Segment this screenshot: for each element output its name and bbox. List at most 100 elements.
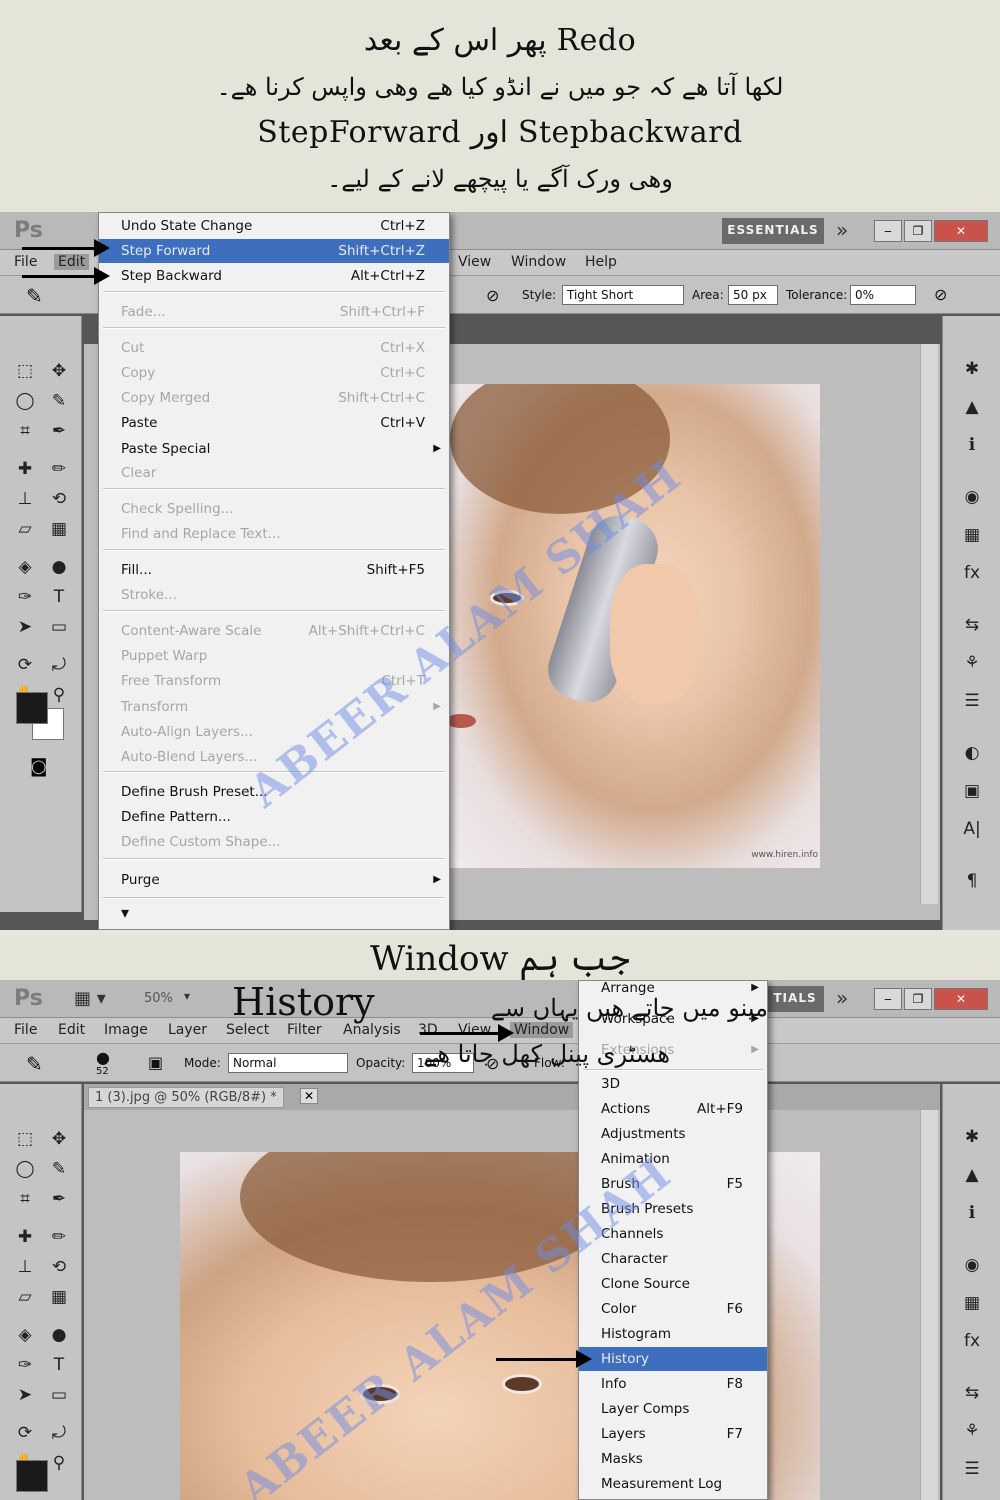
menu-item-history[interactable]: History [579,1347,767,1371]
workspace-more-icon[interactable]: » [836,218,848,242]
document-close-icon[interactable]: ✕ [300,1088,319,1104]
3d-orbit-icon[interactable]: ⤾ [46,652,72,678]
foreground-color-swatch[interactable] [16,692,48,724]
menu-layer[interactable]: Layer [168,1022,207,1038]
menu-item-brush-presets[interactable]: Brush Presets [579,1197,767,1221]
brush-icon[interactable]: ✏ [46,1224,72,1250]
zoom-icon[interactable]: ⚲ [46,1450,72,1476]
pen-icon[interactable]: ✑ [12,584,38,610]
menu-item-content-aware-scale[interactable]: Content-Aware Scale Alt+Shift+Ctrl+C [99,619,449,643]
menu-item-auto-blend-layers[interactable]: Auto-Blend Layers... [99,745,449,769]
lasso-icon[interactable]: ◯ [12,388,38,414]
restore-button[interactable]: ❐ [904,220,932,242]
layers-icon[interactable]: ☰ [959,688,985,714]
gradient-icon[interactable]: ▦ [46,1284,72,1310]
channels-icon[interactable]: ◐ [959,740,985,766]
menu-item-copy-merged[interactable]: Copy Merged Shift+Ctrl+C [99,386,449,410]
tolerance-input[interactable]: 0% [850,285,916,305]
menu-item-adjustments[interactable]: Adjustments [579,1122,767,1146]
menu-item-actions[interactable]: Actions Alt+F9 [579,1097,767,1121]
menu-item-transform[interactable]: Transform ▶ [99,695,449,719]
blur-icon[interactable]: ◈ [12,554,38,580]
menu-edit[interactable]: Edit [54,254,90,270]
minimize-button[interactable]: ‒ [874,988,902,1010]
menu-item-cut[interactable]: Cut Ctrl+X [99,336,449,360]
navigator-icon[interactable]: ✱ [959,1124,985,1150]
menu-item-puppet-warp[interactable]: Puppet Warp [99,644,449,668]
blur-icon[interactable]: ◈ [12,1322,38,1348]
move-icon[interactable]: ✥ [46,358,72,384]
paragraph-icon[interactable]: ¶ [959,868,985,894]
3d-rotate-icon[interactable]: ⟳ [12,652,38,678]
pen-icon[interactable]: ✑ [12,1352,38,1378]
3d-orbit-icon[interactable]: ⤾ [46,1420,72,1446]
marquee-icon[interactable]: ⬚ [12,1126,38,1152]
menu-item-purge[interactable]: Purge ▶ [99,868,449,892]
menu-item-masks[interactable]: Masks [579,1447,767,1471]
menu-item-3d[interactable]: 3D [579,1072,767,1096]
minimize-button[interactable]: ‒ [874,220,902,242]
menu-item-brush[interactable]: Brush F5 [579,1172,767,1196]
menu-item-define-custom-shape[interactable]: Define Custom Shape... [99,830,449,854]
launch-bridge-icon[interactable]: ▦ ▾ [74,988,106,1009]
healing-icon[interactable]: ✚ [12,1224,38,1250]
quick-mask-icon[interactable]: ◙ [30,756,47,777]
tool-preset-icon[interactable]: ✎ [26,1052,43,1076]
menu-edit[interactable]: Edit [58,1022,85,1038]
swatches-icon[interactable]: ▦ [959,522,985,548]
eraser-icon[interactable]: ▱ [12,1284,38,1310]
menu-item-info[interactable]: Info F8 [579,1372,767,1396]
info-icon[interactable]: ℹ [959,1200,985,1226]
menu-window[interactable]: Window [511,254,566,270]
shape-icon[interactable]: ▭ [46,1382,72,1408]
menu-item-color[interactable]: Color F6 [579,1297,767,1321]
quick-select-icon[interactable]: ✎ [46,388,72,414]
path-select-icon[interactable]: ➤ [12,614,38,640]
menu-view[interactable]: View [458,1022,491,1038]
foreground-color-swatch[interactable] [16,1460,48,1492]
menu-item-undo-state-change[interactable]: Undo State Change Ctrl+Z [99,214,449,238]
menu-item-define-pattern[interactable]: Define Pattern... [99,805,449,829]
menu-analysis[interactable]: Analysis [343,1022,401,1038]
quick-select-icon[interactable]: ✎ [46,1156,72,1182]
menu-filter[interactable]: Filter [287,1022,322,1038]
workspace-essentials-button[interactable]: ESSENTIALS [722,218,824,244]
refine-icon[interactable]: ⊘ [486,286,499,305]
layers-icon[interactable]: ☰ [959,1456,985,1482]
masks-icon[interactable]: ⚘ [959,1418,985,1444]
zoom-icon[interactable]: ⚲ [46,682,72,708]
menu-item-step-forward[interactable]: Step Forward Shift+Ctrl+Z [99,239,449,263]
area-input[interactable]: 50 px [728,285,778,305]
dodge-icon[interactable]: ● [46,1322,72,1348]
workspace-more-icon[interactable]: » [836,986,848,1010]
menu-file[interactable]: File [14,254,37,270]
color-icon[interactable]: ◉ [959,484,985,510]
menu-image[interactable]: Image [104,1022,148,1038]
crop-icon[interactable]: ⌗ [12,1186,38,1212]
restore-button[interactable]: ❐ [904,988,932,1010]
menu-item-channels[interactable]: Channels [579,1222,767,1246]
brush-panel-icon[interactable]: ▣ [148,1053,163,1072]
path-select-icon[interactable]: ➤ [12,1382,38,1408]
menu-item-layer-comps[interactable]: Layer Comps [579,1397,767,1421]
move-icon[interactable]: ✥ [46,1126,72,1152]
lasso-icon[interactable]: ◯ [12,1156,38,1182]
histogram-icon[interactable]: ▲ [959,1162,985,1188]
menu-item-copy[interactable]: Copy Ctrl+C [99,361,449,385]
type-icon[interactable]: T [46,584,72,610]
vertical-scrollbar[interactable] [920,1110,938,1500]
menu-select[interactable]: Select [226,1022,269,1038]
menu-view[interactable]: View [458,254,491,270]
menu-item-check-spelling[interactable]: Check Spelling... [99,497,449,521]
workspace-essentials-button[interactable]: TIALS [766,986,824,1012]
shape-icon[interactable]: ▭ [46,614,72,640]
history-brush-icon[interactable]: ⟲ [46,1254,72,1280]
adjustments-icon[interactable]: ⇆ [959,612,985,638]
color-icon[interactable]: ◉ [959,1252,985,1278]
gradient-icon[interactable]: ▦ [46,516,72,542]
navigator-icon[interactable]: ✱ [959,356,985,382]
healing-icon[interactable]: ✚ [12,456,38,482]
styles-icon[interactable]: fx [959,1328,985,1354]
menu-item-paste-special[interactable]: Paste Special ▶ [99,437,449,461]
menu-item-define-brush-preset[interactable]: Define Brush Preset... [99,780,449,804]
